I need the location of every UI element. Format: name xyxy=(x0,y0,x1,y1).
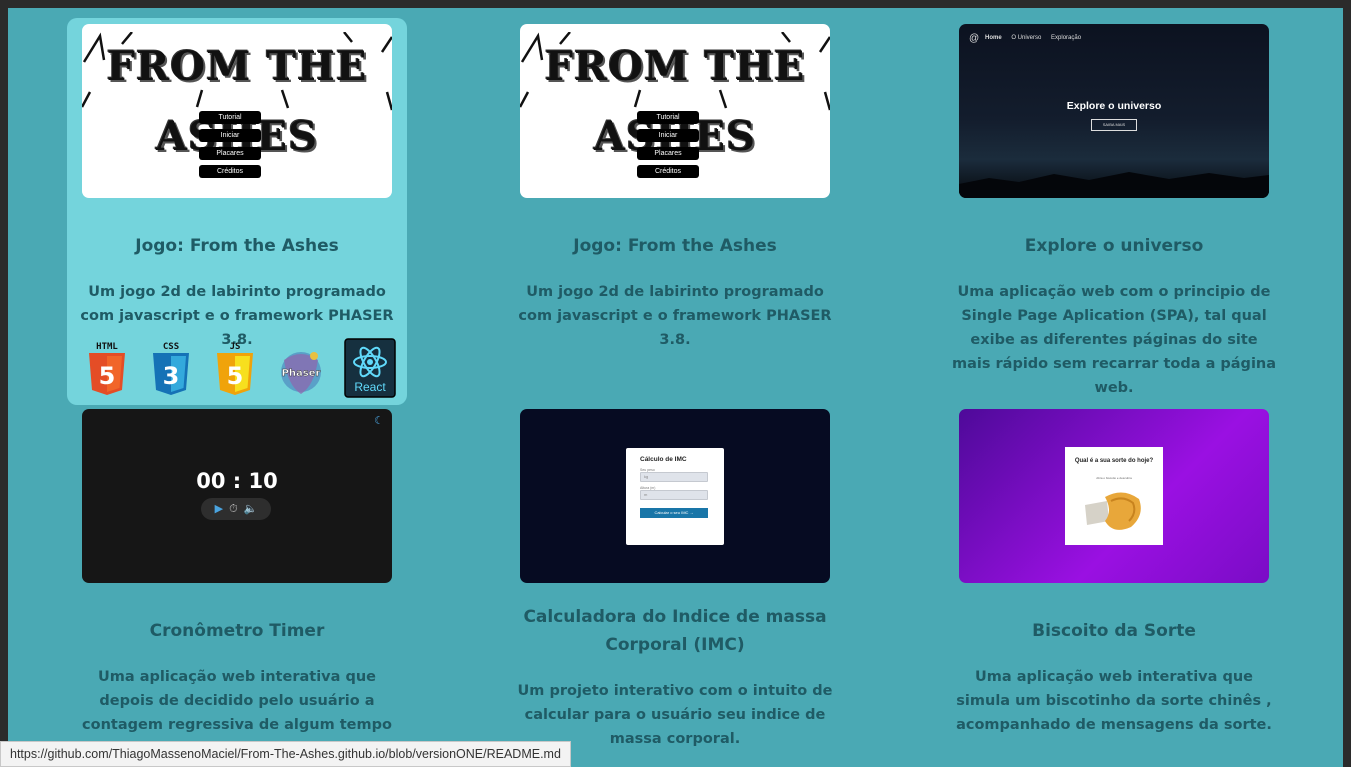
react-icon: React xyxy=(344,338,396,398)
speaker-icon: 🔈 xyxy=(243,502,258,515)
svg-text:5: 5 xyxy=(227,362,244,390)
timer-display: 00 : 10 xyxy=(196,469,278,493)
fortune-question: Qual é a sua sorte do hoje? xyxy=(1074,458,1154,464)
menu-creditos: Créditos xyxy=(199,165,261,178)
imc-weight-input: kg xyxy=(640,472,708,482)
project-thumbnail[interactable]: FROM THE ASHES Tutorial Iniciar Placares… xyxy=(520,24,830,198)
imc-heading: Cálculo de IMC xyxy=(640,456,687,463)
project-card-fortune[interactable]: Qual é a sua sorte do hoje? Abra o bisco… xyxy=(944,403,1284,767)
nav-universo: O Universo xyxy=(1011,35,1042,41)
stopwatch-icon: ⏱ xyxy=(229,502,238,515)
project-thumbnail[interactable]: Qual é a sua sorte do hoje? Abra o bisco… xyxy=(959,409,1269,583)
svg-text:JS: JS xyxy=(230,342,241,352)
menu-iniciar: Iniciar xyxy=(199,129,261,142)
project-description: Uma aplicação web interativa que simula … xyxy=(956,669,1272,733)
menu-placares: Placares xyxy=(637,147,699,160)
moon-icon: ☾ xyxy=(374,414,384,427)
universe-nav: @ Home O Universo Exploração xyxy=(969,33,1089,44)
svg-text:5: 5 xyxy=(99,362,116,390)
nav-home: Home xyxy=(985,35,1002,41)
imc-calc-button: Calcular o seu IMC → xyxy=(640,508,708,518)
play-icon: ▶ xyxy=(214,502,224,515)
project-thumbnail[interactable]: Cálculo de IMC Seu peso kg Altura (m) m … xyxy=(520,409,830,583)
project-title[interactable]: Biscoito da Sorte xyxy=(944,617,1284,645)
menu-iniciar: Iniciar xyxy=(637,129,699,142)
nav-exploracao: Exploração xyxy=(1051,35,1082,41)
imc-height-input: m xyxy=(640,490,708,500)
mountain-ridge-icon xyxy=(959,172,1269,198)
tech-icons: HTML 5 CSS 3 JS 5 Phaser React xyxy=(82,338,402,400)
svg-text:Phaser: Phaser xyxy=(282,368,321,379)
fortune-cookie-icon xyxy=(1085,492,1141,530)
project-card-imc[interactable]: Cálculo de IMC Seu peso kg Altura (m) m … xyxy=(505,403,845,767)
imc-form: Cálculo de IMC Seu peso kg Altura (m) m … xyxy=(626,448,724,545)
project-card-timer[interactable]: ☾ 00 : 10 ▶ ⏱ 🔈 Cronômetro Timer Uma aplic… xyxy=(67,403,407,767)
project-thumbnail[interactable]: @ Home O Universo Exploração Explore o u… xyxy=(959,24,1269,198)
html5-icon: HTML 5 xyxy=(82,340,132,398)
svg-text:3: 3 xyxy=(163,362,180,390)
scrollbar[interactable] xyxy=(1343,8,1351,767)
link-status-bar: https://github.com/ThiagoMassenoMaciel/F… xyxy=(0,741,571,767)
projects-page: FROM THE ASHES Tutorial Iniciar Placares… xyxy=(8,8,1343,767)
ashes-logo: FROM THE ASHES xyxy=(106,43,368,160)
project-description: Um jogo 2d de labirinto programado com j… xyxy=(518,284,832,348)
timer-controls: ▶ ⏱ 🔈 xyxy=(201,498,271,520)
svg-text:React: React xyxy=(354,380,386,394)
project-thumbnail[interactable]: ☾ 00 : 10 ▶ ⏱ 🔈 xyxy=(82,409,392,583)
project-title[interactable]: Explore o universo xyxy=(944,232,1284,260)
menu-tutorial: Tutorial xyxy=(199,111,261,124)
menu-creditos: Créditos xyxy=(637,165,699,178)
universe-logo-icon: @ xyxy=(969,33,980,44)
universe-heading: Explore o universo xyxy=(1066,100,1162,112)
universe-button: SAIBA MAIS xyxy=(1091,119,1137,131)
project-card-universe[interactable]: @ Home O Universo Exploração Explore o u… xyxy=(944,18,1284,405)
css3-icon: CSS 3 xyxy=(146,340,196,398)
phaser-icon: Phaser xyxy=(274,340,324,398)
project-card-ashes-hover[interactable]: FROM THE ASHES Tutorial Iniciar Placares… xyxy=(67,18,407,405)
project-thumbnail[interactable]: FROM THE ASHES Tutorial Iniciar Placares… xyxy=(82,24,392,198)
fortune-box: Qual é a sua sorte do hoje? Abra o bisco… xyxy=(1065,447,1163,545)
javascript-icon: JS 5 xyxy=(210,340,260,398)
project-title[interactable]: Calculadora do Indice de massa Corporal … xyxy=(505,603,845,659)
project-title[interactable]: Jogo: From the Ashes xyxy=(505,232,845,260)
project-title[interactable]: Jogo: From the Ashes xyxy=(67,232,407,260)
svg-text:CSS: CSS xyxy=(163,342,179,352)
svg-text:HTML: HTML xyxy=(96,342,118,352)
menu-placares: Placares xyxy=(199,147,261,160)
project-card-ashes[interactable]: FROM THE ASHES Tutorial Iniciar Placares… xyxy=(505,18,845,405)
ashes-logo: FROM THE ASHES xyxy=(544,43,806,160)
project-description: Uma aplicação web com o principio de Sin… xyxy=(951,284,1277,396)
project-title[interactable]: Cronômetro Timer xyxy=(67,617,407,645)
menu-tutorial: Tutorial xyxy=(637,111,699,124)
